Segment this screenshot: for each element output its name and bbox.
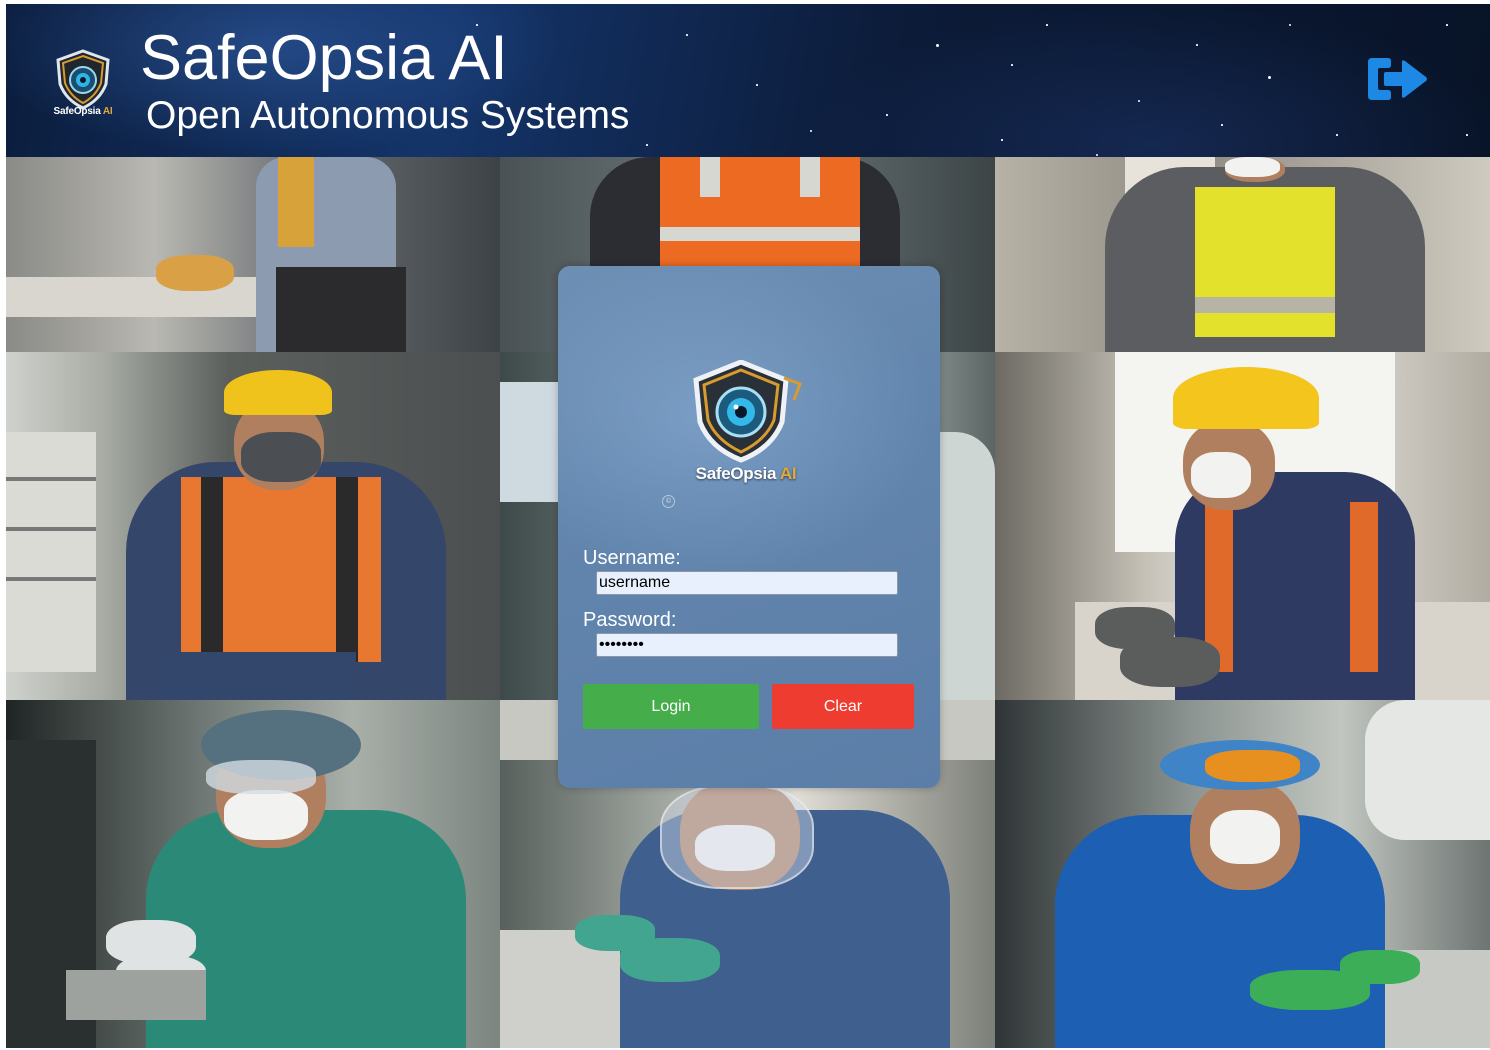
login-button[interactable]: Login [583, 684, 759, 729]
star-dot [1046, 24, 1048, 26]
star-dot [1001, 139, 1003, 141]
star-dot [1221, 124, 1223, 126]
sign-out-arrow-icon [1368, 58, 1427, 100]
star-dot [756, 84, 758, 86]
page-title: SafeOpsia AI [140, 23, 508, 93]
star-dot [1011, 64, 1013, 66]
logout-button[interactable] [1366, 54, 1430, 104]
star-dot [810, 130, 812, 132]
star-dot [1268, 76, 1271, 79]
star-dot [1336, 134, 1338, 136]
photo-dental-blue-gown [995, 700, 1490, 1048]
photo-helmet-lab-worker [995, 352, 1490, 700]
username-label: Username: [583, 547, 681, 569]
photo-worker-gloves [6, 157, 500, 352]
login-panel: SafeOpsia AI © Username: Password: Login… [558, 266, 940, 788]
star-dot [646, 144, 648, 146]
shield-camera-icon [693, 359, 802, 463]
star-dot [1196, 44, 1198, 46]
photo-medical-green-gown [6, 700, 500, 1048]
photo-respirator-worker [6, 352, 500, 700]
header-logo: SafeOpsia AI [50, 48, 116, 124]
star-dot [1466, 134, 1468, 136]
star-dot [936, 44, 939, 47]
clear-button[interactable]: Clear [772, 684, 914, 729]
page-subtitle: Open Autonomous Systems [146, 94, 630, 137]
header-logo-label: SafeOpsia AI [53, 106, 113, 117]
star-dot [1446, 24, 1448, 26]
star-dot [1096, 154, 1098, 156]
username-input[interactable] [596, 571, 898, 595]
star-dot [686, 34, 688, 36]
star-dot [1138, 100, 1140, 102]
header-banner: SafeOpsia AI SafeOpsia AI Open Autonomou… [6, 4, 1490, 157]
password-label: Password: [583, 609, 677, 631]
password-input[interactable] [596, 633, 898, 657]
app-frame: SafeOpsia AI SafeOpsia AI Open Autonomou… [6, 4, 1490, 1048]
photo-yellow-vest [995, 157, 1490, 352]
star-dot [886, 114, 888, 116]
watermark-icon: © [662, 495, 675, 508]
login-logo: SafeOpsia AI [686, 359, 806, 490]
login-logo-label: SafeOpsia AI [695, 464, 797, 483]
star-dot [1289, 24, 1291, 26]
shield-camera-icon [56, 49, 110, 110]
